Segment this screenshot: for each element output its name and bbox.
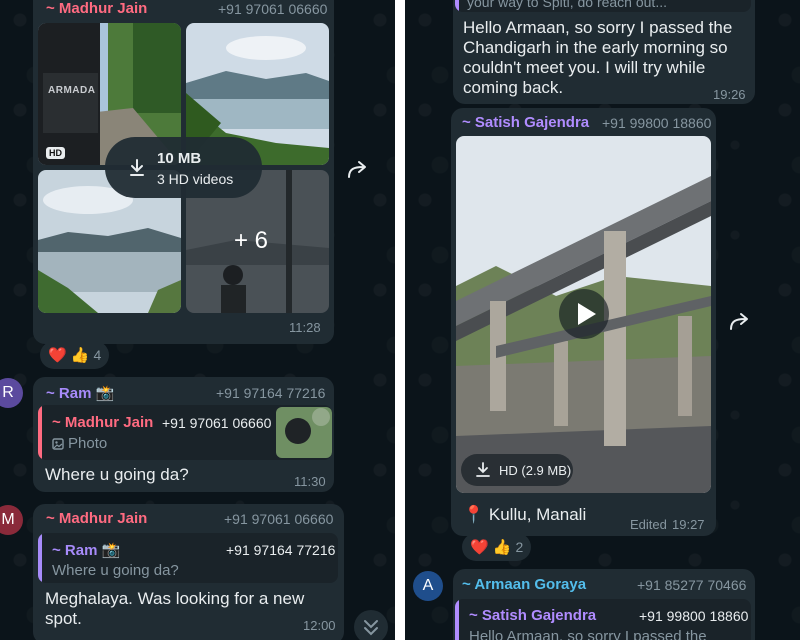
ram-sender-name[interactable]: ~ Ram 📸 <box>46 384 114 402</box>
scroll-down-button[interactable] <box>354 610 388 640</box>
video-sender-phone: +91 99800 18860 <box>602 115 712 131</box>
video-edited-label: Edited <box>630 517 667 532</box>
quote-bar <box>38 405 42 460</box>
top-message-text: Hello Armaan, so sorry I passed the Chan… <box>463 18 733 97</box>
video-download-button[interactable]: HD (2.9 MB) <box>461 454 573 486</box>
quote-text: Photo <box>68 435 108 452</box>
forward-icon <box>348 161 366 178</box>
quote-phone: +91 97061 06660 <box>162 415 272 431</box>
quote-sender: ~ Satish Gajendra <box>469 607 597 624</box>
album-sender-phone: +91 97061 06660 <box>218 1 328 17</box>
quote-thumbnail <box>276 407 332 458</box>
download-description: 3 HD videos <box>157 171 234 187</box>
ram-message-text: Where u going da? <box>45 465 189 484</box>
album-reactions[interactable]: ❤️ 👍 4 <box>40 341 110 369</box>
car-badge-text: ARMADA <box>48 85 96 96</box>
quote-sender: ~ Ram 📸 <box>52 542 121 559</box>
video-play-button[interactable] <box>559 289 609 339</box>
chevron-double-down-icon <box>364 620 378 636</box>
quote-bar <box>455 0 459 12</box>
video-reactions[interactable]: ❤️ 👍 2 <box>462 533 532 561</box>
ram-message-time: 11:30 <box>294 474 326 489</box>
quote-phone: +91 97164 77216 <box>226 542 336 558</box>
top-quoted-message[interactable]: your way to Spiti, do reach out... <box>455 0 751 12</box>
video-thumbnail[interactable]: HD (2.9 MB) <box>456 136 711 493</box>
download-icon <box>130 159 144 176</box>
ram-sender-phone: +91 97164 77216 <box>216 385 326 401</box>
left-chat-pane[interactable]: ~ Madhur Jain +91 97061 06660 ARMADA HD <box>0 0 395 640</box>
ram-avatar[interactable]: R <box>0 378 23 408</box>
quote-sender: ~ Madhur Jain <box>52 414 154 431</box>
ram-quoted-message[interactable]: ~ Madhur Jain +91 97061 06660 Photo <box>38 405 332 460</box>
reaction-count: 4 <box>93 347 102 363</box>
album-time: 11:28 <box>289 320 321 335</box>
download-size: 10 MB <box>157 150 202 167</box>
more-photos-count: + 6 <box>234 227 269 254</box>
madhur-avatar[interactable]: M <box>0 505 23 535</box>
play-icon <box>578 303 596 325</box>
armaan-quoted-message[interactable]: ~ Satish Gajendra +91 99800 18860 Hello … <box>455 599 751 640</box>
album-download-button[interactable]: 10 MB 3 HD videos <box>105 137 262 198</box>
quote-bar <box>455 599 459 640</box>
armaan-sender-phone: +91 85277 70466 <box>637 577 747 593</box>
video-download-label: HD (2.9 MB) <box>499 463 572 478</box>
album-sender-name[interactable]: ~ Madhur Jain <box>46 0 147 17</box>
madhur-reply-sender[interactable]: ~ Madhur Jain <box>46 510 147 527</box>
video-sender-name[interactable]: ~ Satish Gajendra <box>462 114 589 131</box>
quote-bar <box>38 533 42 583</box>
madhur-reply-phone: +91 97061 06660 <box>224 511 334 527</box>
reaction-count: 2 <box>515 539 524 555</box>
reaction-emojis: ❤️ 👍 <box>470 539 512 556</box>
forward-button[interactable] <box>723 305 757 339</box>
video-caption: 📍 Kullu, Manali <box>463 505 587 524</box>
forward-icon <box>730 313 748 330</box>
madhur-quoted-message[interactable]: ~ Ram 📸 +91 97164 77216 Where u going da… <box>38 533 338 583</box>
quote-text: your way to Spiti, do reach out... <box>467 0 667 10</box>
quote-text: Hello Armaan, so sorry I passed the <box>469 628 707 640</box>
quote-text: Where u going da? <box>52 562 179 579</box>
video-message-time: 19:27 <box>672 517 705 532</box>
download-icon <box>476 462 490 477</box>
armaan-sender-name[interactable]: ~ Armaan Goraya <box>462 576 586 593</box>
photo-icon <box>52 438 64 450</box>
madhur-reply-time: 12:00 <box>303 618 336 633</box>
madhur-reply-text: Meghalaya. Was looking for a new spot. <box>45 589 305 628</box>
armaan-avatar[interactable]: A <box>413 571 443 601</box>
hd-badge: HD <box>46 147 65 159</box>
reaction-emojis: ❤️ 👍 <box>48 347 90 364</box>
quote-phone: +91 99800 18860 <box>639 608 749 624</box>
forward-button[interactable] <box>341 153 375 187</box>
right-chat-pane[interactable]: your way to Spiti, do reach out... Hello… <box>405 0 800 640</box>
top-message-time: 19:26 <box>713 87 746 102</box>
